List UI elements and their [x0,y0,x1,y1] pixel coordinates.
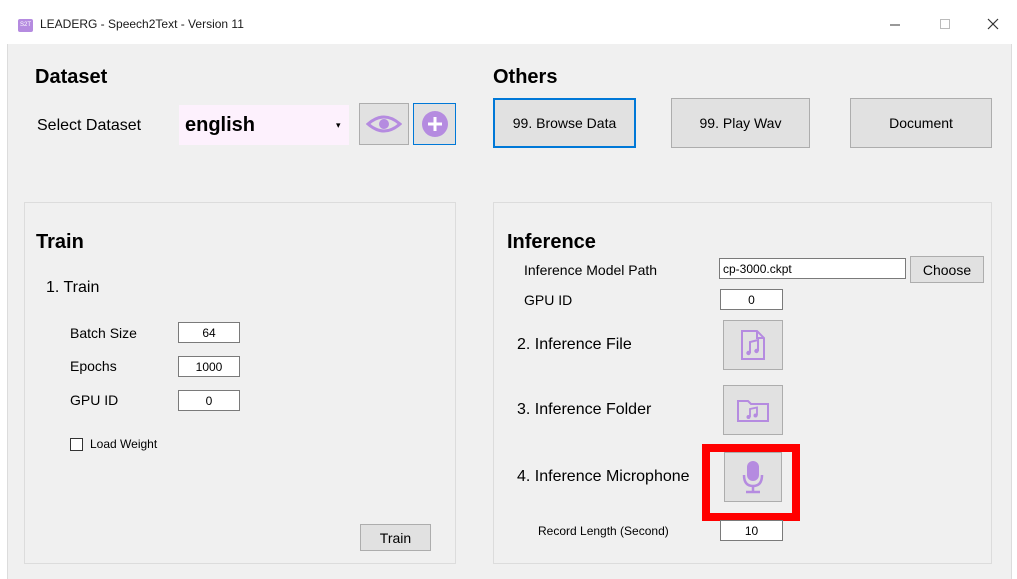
train-button[interactable]: Train [360,524,431,551]
minimize-icon [890,24,900,26]
batch-size-label: Batch Size [70,325,137,341]
load-weight-checkbox[interactable] [70,438,83,451]
train-gpu-id-label: GPU ID [70,392,119,408]
model-path-field[interactable]: cp-3000.ckpt [719,258,906,279]
train-heading: Train [36,231,84,253]
inference-file-button[interactable] [723,320,783,370]
eye-icon [366,115,402,133]
microphone-icon [742,461,764,494]
close-icon [987,18,999,30]
inference-gpu-id-field[interactable]: 0 [720,289,783,310]
inference-file-label: 2. Inference File [517,336,632,353]
load-weight-label[interactable]: Load Weight [90,437,157,451]
others-heading: Others [493,66,558,88]
maximize-button[interactable] [922,6,968,42]
train-groupbox [24,202,456,564]
inference-gpu-id-label: GPU ID [524,292,573,308]
inference-microphone-label: 4. Inference Microphone [517,468,690,485]
record-length-label: Record Length (Second) [538,524,669,538]
title-bar: S2T LEADERG - Speech2Text - Version 11 [0,0,1017,44]
chevron-down-icon[interactable]: ▾ [336,120,341,131]
inference-folder-label: 3. Inference Folder [517,401,652,418]
play-wav-button[interactable]: 99. Play Wav [671,98,810,148]
select-dataset-label: Select Dataset [37,117,142,134]
dataset-heading: Dataset [35,66,108,88]
train-step-label: 1. Train [46,279,100,296]
epochs-label: Epochs [70,358,117,374]
choose-button[interactable]: Choose [910,256,984,283]
add-dataset-button[interactable] [413,103,456,145]
dataset-combobox[interactable]: english ▾ [179,105,349,145]
maximize-icon [940,19,950,29]
dataset-selected-value: english [185,113,256,136]
view-dataset-button[interactable] [359,103,409,145]
inference-heading: Inference [507,231,596,253]
music-file-icon [741,330,765,360]
inference-microphone-button[interactable] [724,452,782,502]
browse-data-button[interactable]: 99. Browse Data [493,98,636,148]
app-icon: S2T [18,19,33,32]
close-button[interactable] [970,6,1016,42]
minimize-button[interactable] [872,6,918,42]
record-length-field[interactable]: 10 [720,520,783,541]
batch-size-field[interactable]: 64 [178,322,240,343]
plus-icon [421,111,448,137]
window-title: LEADERG - Speech2Text - Version 11 [40,17,244,31]
inference-folder-button[interactable] [723,385,783,435]
document-button[interactable]: Document [850,98,992,148]
model-path-label: Inference Model Path [524,262,658,278]
train-gpu-id-field[interactable]: 0 [178,390,240,411]
epochs-field[interactable]: 1000 [178,356,240,377]
music-folder-icon [737,400,769,422]
